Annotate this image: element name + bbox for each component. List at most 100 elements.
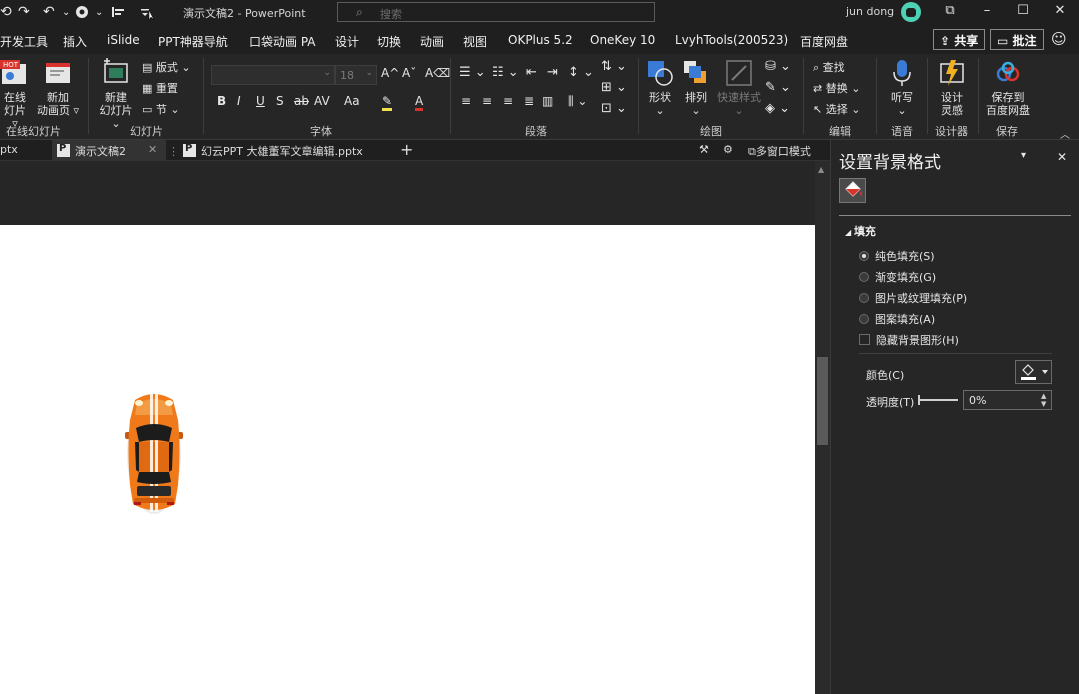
online-slides-button[interactable]: HOT 在线 灯片 ▿ <box>0 58 30 130</box>
pane-options-icon[interactable]: ▾ <box>1021 150 1026 161</box>
fill-color-button[interactable] <box>1015 360 1052 384</box>
shapes-button[interactable]: 形状 ⌄ <box>645 58 675 117</box>
save-to-baidu-button[interactable]: 保存到 百度网盘 <box>985 58 1031 117</box>
share-button[interactable]: ⇪ 共享 <box>933 29 986 50</box>
layout-button[interactable]: ▤ 版式 ⌄ <box>142 59 191 75</box>
multi-window-button[interactable]: ⧉多窗口模式 <box>748 140 818 161</box>
line-spacing-icon[interactable]: ↕ ⌄ <box>568 65 594 80</box>
search-box[interactable]: ⌕ 搜索 <box>337 2 655 22</box>
customize-qat-icon[interactable] <box>140 4 156 24</box>
tab-insert[interactable]: 插入 <box>63 33 87 50</box>
tab-developer[interactable]: 开发工具 <box>0 33 48 50</box>
designer-button[interactable]: 设计 灵感 <box>935 58 969 117</box>
car-image[interactable] <box>125 390 183 514</box>
shape-effects-icon[interactable]: ◈ ⌄ <box>765 101 790 116</box>
close-icon[interactable]: ✕ <box>1050 3 1070 18</box>
align-center-icon[interactable]: ≡ <box>482 94 492 108</box>
maximize-icon[interactable]: ☐ <box>1013 3 1033 18</box>
highlight-button[interactable]: ✎ <box>382 94 393 111</box>
ribbon-display-icon[interactable]: ⧉ <box>940 3 960 18</box>
new-slide-button[interactable]: 新建 幻灯片 ⌄ <box>95 58 137 130</box>
find-button[interactable]: ⌕ 查找 <box>813 59 845 75</box>
tab-islide[interactable]: iSlide <box>107 33 140 47</box>
char-spacing-button[interactable]: AV <box>314 94 330 108</box>
tab-ppt-nav[interactable]: PPT神器导航 <box>158 33 228 50</box>
smartart-icon[interactable]: ⊡ ⌄ <box>601 101 627 116</box>
strikethrough-button[interactable]: ab <box>294 94 309 108</box>
tab-okplus[interactable]: OKPlus 5.2 <box>508 33 573 47</box>
bullets-icon[interactable]: ☰ ⌄ <box>459 65 486 80</box>
comment-button[interactable]: ▭ 批注 <box>990 29 1044 50</box>
align-icon[interactable] <box>110 4 126 24</box>
slide-canvas[interactable] <box>0 225 815 694</box>
shape-outline-icon[interactable]: ✎ ⌄ <box>765 80 791 95</box>
transparency-input[interactable]: 0% ▲ ▼ <box>963 390 1052 410</box>
tab-lvyhtools[interactable]: LvyhTools(200523) <box>675 33 788 47</box>
qat-dropdown-icon[interactable]: ⌄ <box>95 7 103 18</box>
undo-dropdown-icon[interactable]: ⌄ <box>62 7 70 18</box>
fill-section-header[interactable]: ◢ 填充 <box>845 223 876 239</box>
distributed-icon[interactable]: ▥ <box>542 94 553 108</box>
reset-button[interactable]: ▦ 重置 <box>142 80 178 96</box>
tab-animations[interactable]: 动画 <box>420 33 444 50</box>
tab-view[interactable]: 视图 <box>463 33 487 50</box>
user-name[interactable]: jun dong <box>846 5 894 18</box>
scroll-up-icon[interactable]: ▲ <box>818 165 824 174</box>
feedback-icon[interactable]: ☺ <box>1051 30 1067 48</box>
tab-transitions[interactable]: 切换 <box>377 33 401 50</box>
collapse-ribbon-icon[interactable]: ︿ <box>1060 126 1070 141</box>
hide-bg-graphics-checkbox[interactable]: 隐藏背景图形(H) <box>859 332 959 348</box>
gradient-fill-radio[interactable]: 渐变填充(G) <box>859 269 936 285</box>
quick-styles-button[interactable]: 快速样式 ⌄ <box>715 58 763 117</box>
vertical-scrollbar[interactable]: ▲ <box>815 161 830 694</box>
tab-pocket-anim[interactable]: 口袋动画 PA <box>249 33 316 50</box>
doc-tab-active[interactable]: 演示文稿2 ✕ <box>52 140 166 161</box>
spin-down-icon[interactable]: ▼ <box>1041 400 1046 408</box>
font-name-input[interactable]: ⌄ <box>211 65 335 85</box>
select-button[interactable]: ↖ 选择 ⌄ <box>813 101 860 117</box>
increase-indent-icon[interactable]: ⇥ <box>547 65 558 80</box>
gear-icon[interactable]: ⚙ <box>723 140 741 161</box>
format-painter-icon[interactable] <box>74 4 90 24</box>
section-button[interactable]: ▭ 节 ⌄ <box>142 101 180 117</box>
tab-design[interactable]: 设计 <box>335 33 359 50</box>
tab-onekey[interactable]: OneKey 10 <box>590 33 655 47</box>
autosave-icon[interactable]: ⟲ <box>0 4 12 20</box>
tools-icon[interactable]: ⚒ <box>699 140 717 161</box>
close-pane-icon[interactable]: ✕ <box>1057 150 1067 164</box>
shadow-button[interactable]: S <box>276 94 284 108</box>
decrease-indent-icon[interactable]: ⇤ <box>526 65 537 80</box>
new-tab-button[interactable]: + <box>400 140 420 161</box>
replace-button[interactable]: ⇄ 替换 ⌄ <box>813 80 860 96</box>
spin-up-icon[interactable]: ▲ <box>1041 392 1046 400</box>
transparency-slider[interactable] <box>918 395 958 405</box>
doc-tab[interactable]: 幻云PPT 大雄董军文章编辑.pptx <box>180 140 385 161</box>
scrollbar-thumb[interactable] <box>817 357 828 445</box>
italic-button[interactable]: I <box>237 94 241 108</box>
avatar[interactable] <box>901 2 921 22</box>
clear-format-button[interactable]: A⌫ <box>425 66 450 80</box>
solid-fill-radio[interactable]: 纯色填充(S) <box>859 248 935 264</box>
minimize-icon[interactable]: – <box>977 3 997 18</box>
shrink-font-button[interactable]: Aˇ <box>402 66 416 80</box>
picture-fill-radio[interactable]: 图片或纹理填充(P) <box>859 290 967 306</box>
arrange-button[interactable]: 排列 ⌄ <box>681 58 711 117</box>
shape-fill-icon[interactable]: ⛁ ⌄ <box>765 59 791 74</box>
pattern-fill-radio[interactable]: 图案填充(A) <box>859 311 935 327</box>
close-tab-icon[interactable]: ✕ <box>148 143 157 156</box>
numbering-icon[interactable]: ☷ ⌄ <box>492 65 519 80</box>
font-size-input[interactable]: 18 ⌄ <box>335 65 377 85</box>
bold-button[interactable]: B <box>217 94 226 108</box>
grow-font-button[interactable]: A^ <box>381 66 399 80</box>
align-left-icon[interactable]: ≡ <box>461 94 471 108</box>
font-color-button[interactable]: A <box>415 94 424 111</box>
doc-tab[interactable]: ptx <box>0 140 52 161</box>
dictate-button[interactable]: 听写 ⌄ <box>887 58 917 117</box>
underline-button[interactable]: U <box>256 94 265 108</box>
change-case-button[interactable]: Aa <box>344 94 360 108</box>
redo-icon[interactable]: ↷ <box>18 4 30 20</box>
new-anim-page-button[interactable]: 新加 动画页 ▿ <box>36 58 80 117</box>
justify-icon[interactable]: ≣ <box>524 94 534 108</box>
tab-baidu[interactable]: 百度网盘 <box>800 33 848 50</box>
align-text-icon[interactable]: ⊞ ⌄ <box>601 80 627 95</box>
